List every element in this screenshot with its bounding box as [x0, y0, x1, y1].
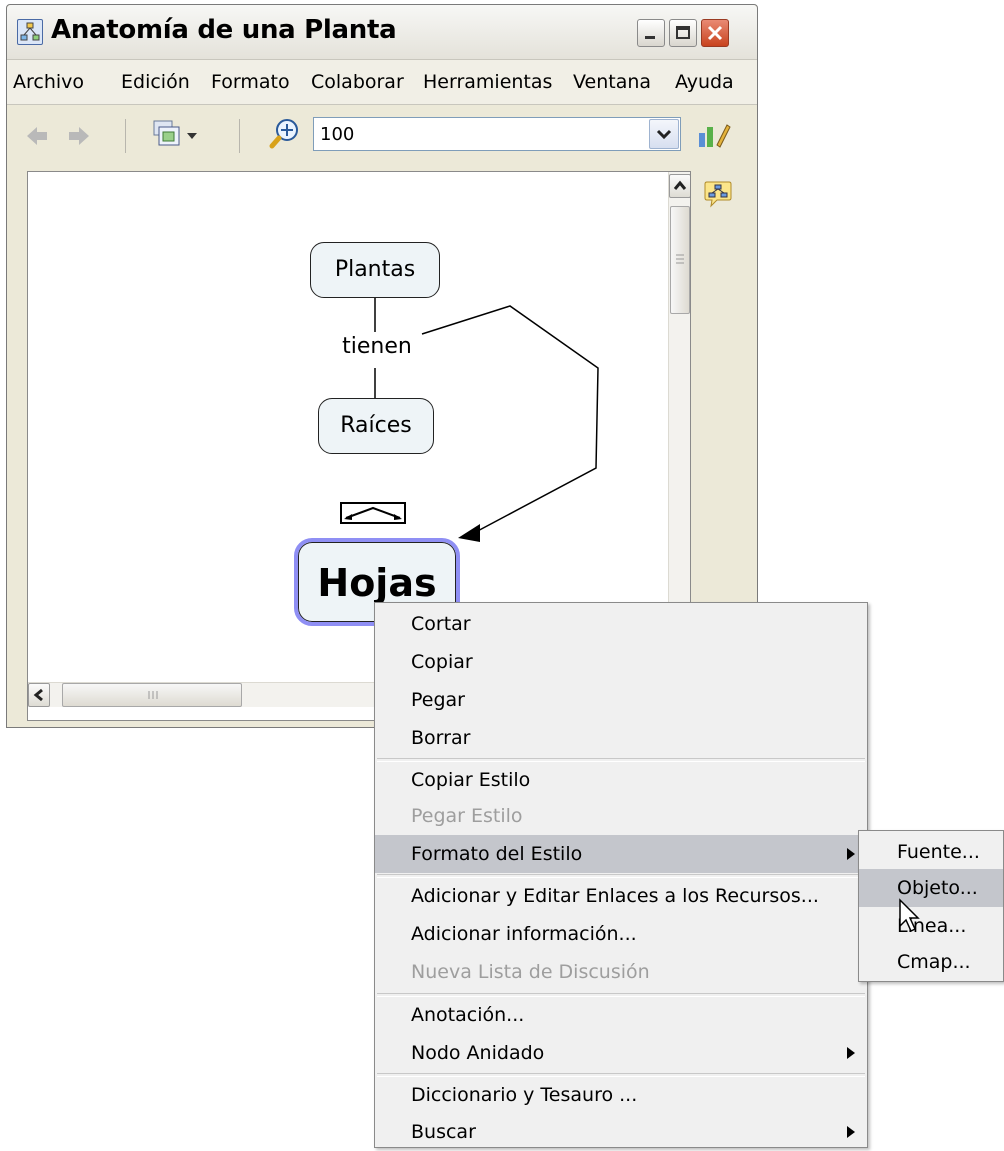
back-arrow-icon[interactable] [25, 125, 49, 147]
horizontal-scroll-thumb[interactable] [62, 683, 242, 707]
close-button[interactable] [701, 19, 729, 47]
menu-bar: Archivo Edición Formato Colaborar Herram… [7, 60, 757, 105]
zoom-input[interactable]: 100 [313, 117, 681, 151]
title-bar[interactable]: Anatomía de una Planta [7, 5, 757, 60]
submenu-arrow-icon [847, 1126, 855, 1138]
menu-item-copiar-estilo[interactable]: Copiar Estilo [375, 761, 867, 799]
scroll-up-button[interactable] [669, 174, 690, 198]
minimize-icon [645, 36, 655, 39]
menu-item-pegar[interactable]: Pegar [375, 681, 867, 719]
views-icon[interactable] [151, 119, 199, 153]
menu-item-pegar-estilo: Pegar Estilo [411, 805, 523, 827]
zoom-dropdown-button[interactable] [649, 119, 679, 149]
chevron-down-icon [656, 129, 672, 140]
menu-item-buscar[interactable]: Buscar [375, 1113, 867, 1151]
forward-arrow-icon[interactable] [67, 125, 91, 147]
menu-item-formato-del-estilo[interactable]: Formato del Estilo [375, 835, 867, 873]
concept-node-raices[interactable]: Raíces [318, 398, 434, 454]
context-menu: Cortar Copiar Pegar Borrar Copiar Estilo… [374, 602, 868, 1148]
menu-item-anotacion[interactable]: Anotación... [375, 996, 867, 1034]
menu-item-adicionar-enlaces[interactable]: Adicionar y Editar Enlaces a los Recurso… [375, 877, 867, 915]
chevron-left-icon [33, 688, 43, 702]
menu-item-nodo-anidado[interactable]: Nodo Anidado [375, 1034, 867, 1072]
mouse-cursor-icon [899, 898, 920, 933]
scroll-left-button[interactable] [28, 683, 50, 707]
toolbar-separator [125, 119, 126, 153]
close-icon [707, 25, 723, 41]
cmap-app-icon [17, 19, 43, 45]
palette-icon[interactable] [703, 179, 733, 209]
zoom-icon[interactable] [269, 117, 303, 151]
maximize-icon [676, 26, 690, 39]
arrowhead-icon [458, 524, 480, 542]
linking-phrase-tienen[interactable]: tienen [332, 334, 422, 359]
menu-item-nueva-lista-discusion: Nueva Lista de Discusión [411, 961, 650, 983]
submenu-item-cmap[interactable]: Cmap... [859, 943, 1003, 981]
node-resize-handle[interactable] [340, 502, 406, 524]
menu-colaborar[interactable]: Colaborar [311, 71, 404, 93]
menu-item-cortar[interactable]: Cortar [375, 605, 867, 643]
menu-edicion[interactable]: Edición [121, 71, 190, 93]
submenu-arrow-icon [847, 1047, 855, 1059]
menu-ventana[interactable]: Ventana [573, 71, 651, 93]
submenu-item-linea[interactable]: Línea... [859, 907, 1003, 945]
submenu-item-fuente[interactable]: Fuente... [859, 833, 1003, 871]
menu-item-adicionar-informacion[interactable]: Adicionar información... [375, 915, 867, 953]
toolbar-separator [239, 119, 240, 153]
submenu-arrow-icon [847, 848, 855, 860]
menu-ayuda[interactable]: Ayuda [675, 71, 734, 93]
toolbar: 100 [7, 105, 757, 167]
resize-arrows-icon [344, 506, 402, 520]
menu-item-diccionario-tesauro[interactable]: Diccionario y Tesauro ... [375, 1076, 867, 1114]
zoom-value: 100 [320, 124, 355, 145]
chevron-up-icon [673, 180, 687, 190]
window-title: Anatomía de una Planta [51, 15, 397, 45]
minimize-button[interactable] [637, 19, 665, 47]
menu-archivo[interactable]: Archivo [13, 71, 84, 93]
submenu-formato-del-estilo: Fuente... Objeto... Línea... Cmap... [858, 830, 1004, 982]
menu-herramientas[interactable]: Herramientas [423, 71, 552, 93]
menu-item-borrar[interactable]: Borrar [375, 719, 867, 757]
maximize-button[interactable] [669, 19, 697, 47]
styles-icon[interactable] [697, 121, 731, 151]
menu-item-copiar[interactable]: Copiar [375, 643, 867, 681]
menu-formato[interactable]: Formato [211, 71, 290, 93]
submenu-item-objeto[interactable]: Objeto... [859, 869, 1003, 907]
vertical-scroll-thumb[interactable] [670, 206, 690, 314]
concept-node-plantas[interactable]: Plantas [310, 242, 440, 298]
